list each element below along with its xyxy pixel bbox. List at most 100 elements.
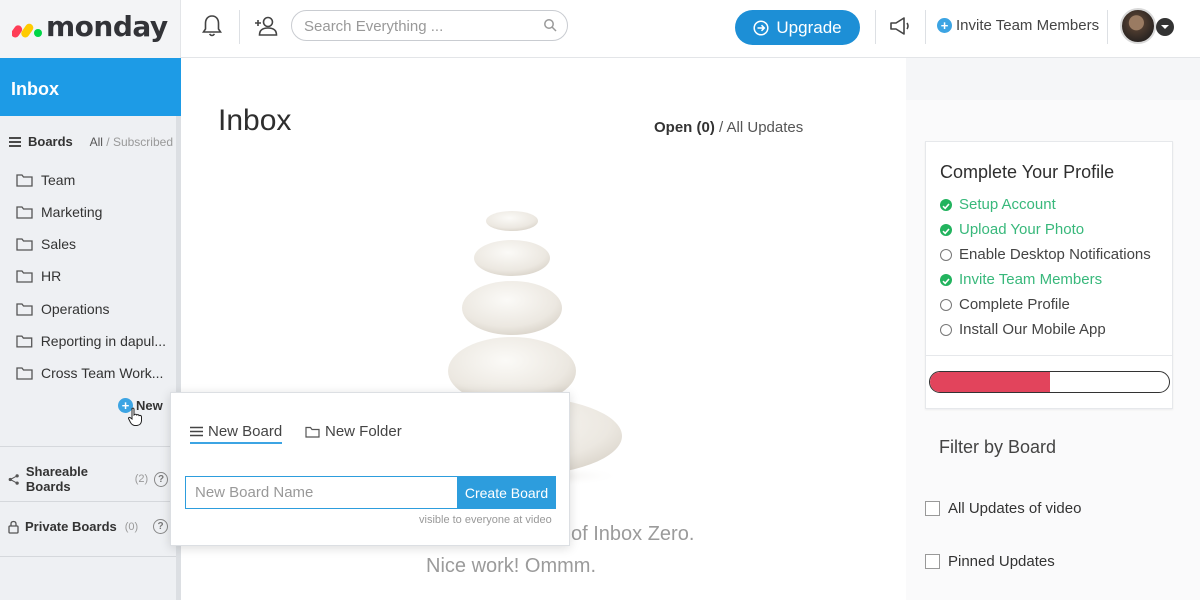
folder-icon (16, 303, 33, 316)
filter-option-pinned[interactable]: Pinned Updates (925, 553, 1055, 570)
user-add-icon (255, 16, 278, 36)
sidebar-item-label: Team (41, 172, 76, 188)
create-board-button[interactable]: Create Board (457, 476, 556, 509)
filter-all-updates[interactable]: All Updates (727, 119, 804, 136)
tab-label: New Folder (325, 423, 402, 440)
sidebar-item-marketing[interactable]: Marketing (16, 202, 166, 222)
lock-icon (8, 520, 19, 534)
task-mobile-app[interactable]: Install Our Mobile App (940, 321, 1106, 338)
sidebar-item-label: Cross Team Work... (41, 365, 164, 381)
progress-fill (930, 372, 1050, 392)
team-button[interactable] (252, 12, 280, 40)
private-boards-section[interactable]: Private Boards (0) ? (8, 519, 168, 534)
private-label: Private Boards (25, 519, 117, 534)
folder-icon (305, 426, 320, 438)
sidebar-item-label: HR (41, 268, 62, 284)
invite-team-members-link[interactable]: + Invite Team Members (937, 17, 1099, 34)
invite-label: Invite Team Members (956, 17, 1100, 34)
task-desktop-notifications[interactable]: Enable Desktop Notifications (940, 246, 1151, 263)
divider (925, 10, 926, 44)
folder-icon (16, 367, 33, 380)
logo-area[interactable]: monday (0, 0, 181, 58)
announcements-button[interactable] (886, 12, 914, 40)
sidebar-item-team[interactable]: Team (16, 170, 166, 190)
checkbox[interactable] (925, 501, 940, 516)
complete-profile-card: Complete Your Profile Setup Account Uplo… (925, 141, 1173, 409)
filter-subscribed[interactable]: Subscribed (113, 135, 173, 149)
filter-separator: / (102, 134, 113, 149)
nice-work-text: Nice work! Ommm. (426, 555, 596, 577)
sidebar-item-label: Marketing (41, 204, 103, 220)
search-input[interactable] (304, 16, 534, 36)
sidebar: Inbox Boards All / Subscribed Team Marke… (0, 58, 181, 600)
menu-icon[interactable] (8, 136, 22, 148)
task-label: Complete Profile (959, 296, 1070, 313)
bell-icon (202, 15, 222, 37)
top-bar: monday Search Everything ... Upgrade + I… (0, 0, 1200, 58)
sidebar-item-inbox[interactable]: Inbox (0, 58, 181, 116)
divider (875, 10, 876, 44)
sidebar-item-operations[interactable]: Operations (16, 299, 166, 319)
filter-separator: / (714, 119, 727, 136)
sidebar-item-label: Reporting in dapul... (40, 333, 166, 349)
private-count: (0) (124, 520, 139, 533)
task-invite-team[interactable]: Invite Team Members (940, 271, 1102, 288)
menu-icon (190, 426, 203, 437)
right-panel: Complete Your Profile Setup Account Uplo… (906, 100, 1200, 600)
logo-text: monday (46, 10, 168, 43)
account-menu-button[interactable] (1156, 18, 1174, 36)
task-label: Setup Account (959, 196, 1056, 213)
boards-filter: All / Subscribed (90, 135, 173, 149)
folder-icon (16, 206, 33, 219)
filter-open[interactable]: Open (0) (654, 119, 715, 136)
profile-progress-bar (929, 371, 1170, 393)
boards-header: Boards All / Subscribed (8, 134, 173, 149)
empty-circle-icon (940, 298, 952, 311)
empty-circle-icon (940, 323, 952, 336)
notifications-button[interactable] (198, 12, 226, 40)
sidebar-item-cross-team[interactable]: Cross Team Work... (16, 363, 166, 383)
sidebar-item-hr[interactable]: HR (16, 266, 166, 286)
task-setup-account[interactable]: Setup Account (940, 196, 1056, 213)
sidebar-item-sales[interactable]: Sales (16, 234, 166, 254)
folder-icon (16, 335, 33, 348)
task-label: Upload Your Photo (959, 221, 1085, 238)
inbox-zero-text: of Inbox Zero. (571, 523, 695, 545)
divider (0, 556, 176, 557)
megaphone-icon (890, 17, 909, 35)
check-circle-icon (940, 273, 952, 286)
tab-new-folder[interactable]: New Folder (305, 423, 402, 440)
upgrade-button[interactable]: Upgrade (735, 10, 860, 45)
filter-option-label: Pinned Updates (948, 553, 1055, 570)
avatar[interactable] (1120, 8, 1156, 44)
sidebar-item-reporting[interactable]: Reporting in dapul... (16, 331, 166, 351)
checkbox[interactable] (925, 554, 940, 569)
check-circle-icon (940, 223, 952, 236)
filter-option-all-updates[interactable]: All Updates of video (925, 500, 1081, 517)
share-icon (8, 473, 19, 485)
divider (0, 501, 176, 502)
task-complete-profile[interactable]: Complete Profile (940, 296, 1070, 313)
sidebar-item-label: Sales (41, 236, 77, 252)
folder-icon (16, 238, 33, 251)
empty-circle-icon (940, 248, 952, 261)
help-icon[interactable]: ? (153, 519, 168, 534)
hand-cursor-icon (127, 407, 142, 426)
tab-new-board[interactable]: New Board (190, 423, 283, 444)
new-board-popover: New Board New Folder Create Board visibl… (170, 392, 570, 546)
task-upload-photo[interactable]: Upload Your Photo (940, 221, 1084, 238)
search-bar[interactable] (291, 10, 568, 41)
board-name-input[interactable] (185, 476, 457, 509)
page-title: Inbox (218, 104, 292, 137)
shareable-boards-section[interactable]: Shareable Boards (2) ? (8, 464, 168, 494)
task-label: Invite Team Members (959, 271, 1103, 288)
arrow-circle-icon (753, 19, 769, 36)
help-icon[interactable]: ? (154, 471, 168, 487)
search-icon[interactable] (543, 18, 557, 32)
filter-all[interactable]: All (90, 135, 103, 149)
plus-circle-icon: + (937, 18, 952, 33)
check-circle-icon (940, 198, 952, 211)
filter-by-board-title: Filter by Board (939, 437, 1057, 457)
sidebar-item-label: Operations (41, 301, 110, 317)
divider (1107, 10, 1108, 44)
